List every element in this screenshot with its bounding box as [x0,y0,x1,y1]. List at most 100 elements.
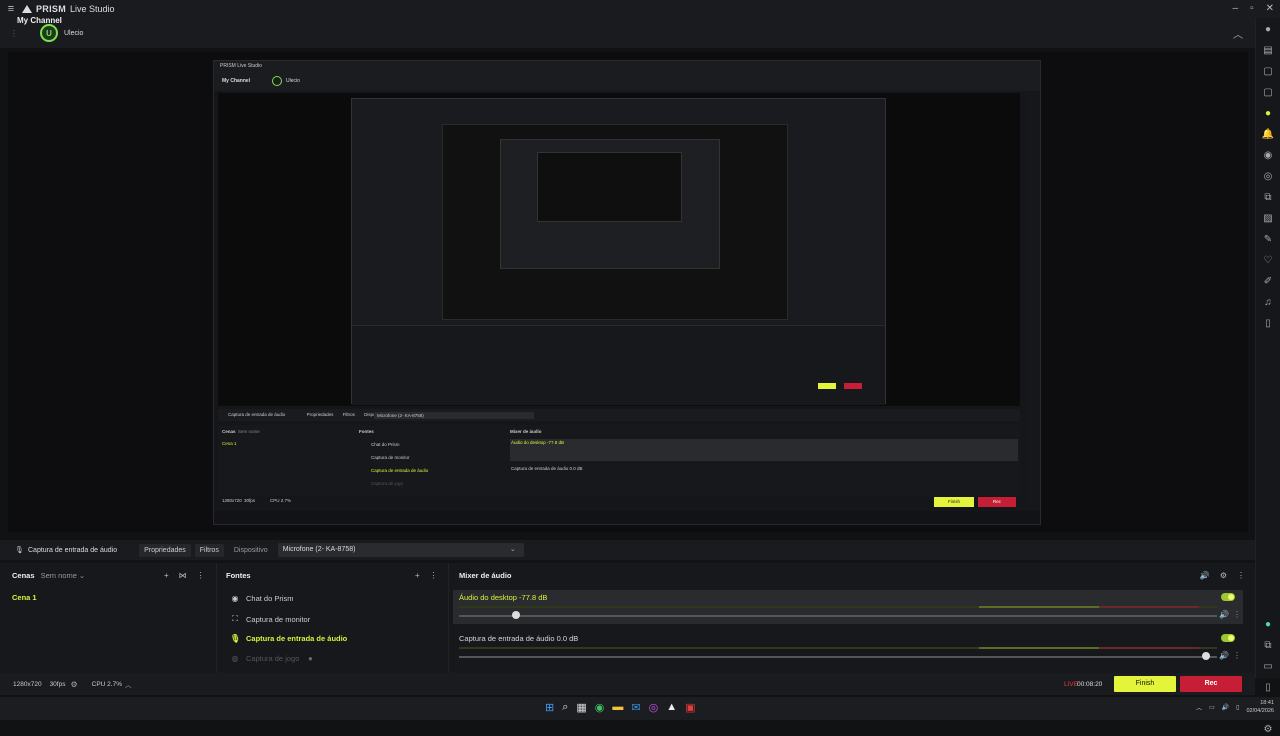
source-label: Captura de jogo [246,654,300,663]
settings-icon[interactable]: ⚙ [1264,724,1273,736]
properties-bar: 🎙 Captura de entrada de áudio Propriedad… [0,540,1255,560]
window-icon[interactable]: ▭ [1263,661,1272,673]
hidden-icon[interactable]: ● [305,654,315,663]
channel-toggle[interactable] [1221,634,1235,642]
chevron-up-icon[interactable]: ︿ [125,679,132,689]
speaker-icon[interactable]: 🔊 [1219,610,1229,619]
chevron-up-icon[interactable]: ︿ [1196,703,1202,712]
more-icon[interactable]: ⋮ [197,571,205,580]
transition-icon[interactable]: ⋈ [179,571,187,580]
battery-icon[interactable]: ▯ [1236,704,1239,711]
nested-capture-4 [537,152,682,222]
prism-app-icon[interactable]: ▲ [666,701,677,714]
maximize-icon[interactable]: ▫ [1250,0,1254,18]
inner-tab-filters: Filtros [342,412,355,417]
alert-icon[interactable]: 🔔 [1262,129,1274,141]
clock-date: 02/04/2026 [1246,708,1274,714]
messenger-icon[interactable]: ◎ [649,701,659,714]
network-icon[interactable]: ▭ [1209,704,1215,711]
chat-bubble-icon[interactable]: ● [1265,619,1271,631]
heart-icon[interactable]: ♡ [1264,255,1273,267]
hamburger-menu-icon[interactable]: ≡ [0,3,22,15]
chevron-up-icon[interactable]: ︿ [1233,26,1243,41]
volume-meter [459,606,1217,608]
camera-icon[interactable]: ◉ [1264,150,1273,162]
speaker-icon[interactable]: 🔊 [1200,571,1210,580]
source-label: Captura de monitor [246,614,311,624]
channel-toggle[interactable] [1221,593,1235,601]
source-item[interactable]: ◍ Captura de jogo ● [230,654,315,663]
speaker-icon[interactable]: 🔊 [1219,651,1229,660]
dashboard-icon[interactable]: ▤ [1263,45,1272,57]
nested-rec-button [844,383,862,389]
close-icon[interactable]: ✕ [1266,0,1274,18]
mic-icon[interactable]: ▯ [1265,682,1271,694]
draw-icon[interactable]: ✎ [1264,234,1272,246]
source-item[interactable]: ⛶ Captura de monitor [230,614,310,624]
clock-time: 18:41 [1260,700,1274,706]
channel-label: Áudio do desktop -77.8 dB [459,593,548,602]
finish-button[interactable]: Finish [1114,676,1176,692]
search-icon[interactable]: ⌕ [562,701,568,714]
chat-icon: ◉ [231,594,239,603]
settings-icon[interactable]: ⚙ [1220,571,1227,580]
layout-icon[interactable]: ⧉ [1264,640,1271,652]
cpu-usage: CPU 2.7% [91,680,122,688]
taskbar-apps: ⊞ ⌕ ▦ ◉ ▬ ✉ ◎ ▲ ▣ [545,701,696,714]
inner-source-4: Captura de jogo [371,481,404,486]
volume-fader[interactable] [459,615,1217,617]
more-icon[interactable]: ⋮ [1233,651,1241,660]
mixer-tools: 🔊 ⚙ ⋮ [1200,571,1245,580]
clock[interactable]: 18:41 02/04/2026 [1246,699,1274,715]
notice-icon[interactable]: ▢ [1263,87,1272,99]
properties-button[interactable]: Propriedades [139,543,191,557]
scene-item[interactable]: Cena 1 [12,593,37,602]
device-select[interactable]: Microfone (2- KA-8758) ⌄ [277,543,524,557]
chevron-down-icon[interactable]: ⌄ [79,571,85,580]
sources-title: Fontes [226,571,251,580]
fader-knob[interactable] [1201,652,1210,660]
more-icon[interactable]: ⋮ [1233,610,1241,619]
profile-icon[interactable]: ● [1265,24,1271,36]
microphone-icon: 🎙 [230,634,241,643]
fader-knob[interactable] [511,611,520,619]
channel-label: Captura de entrada de áudio 0.0 dB [459,634,579,643]
source-item[interactable]: ◉ Chat do Prism [230,594,294,603]
volume-icon[interactable]: 🔊 [1222,704,1229,711]
volume-fader[interactable] [459,656,1217,658]
battery-icon[interactable]: ▯ [1265,318,1271,330]
device-label: Dispositivo [233,546,268,554]
folder-icon[interactable]: ▬ [612,701,623,714]
music-icon[interactable]: ♫ [1264,297,1272,309]
more-icon[interactable]: ⋮ [1237,571,1245,580]
source-label: Captura de entrada de áudio [246,634,348,643]
chrome-icon[interactable]: ◉ [595,701,605,714]
inner-taskbar [214,511,1040,524]
box-icon[interactable]: ▢ [1263,66,1272,78]
add-scene-icon[interactable]: + [164,571,169,580]
calendar-icon[interactable]: ▦ [576,701,586,714]
inner-scene1: Cena 1 [222,441,237,446]
filters-button[interactable]: Filtros [194,543,224,557]
channel-name[interactable]: My Channel [17,16,807,50]
status-bar: 1280x720 30fps ⚙ CPU 2.7% ︿ LIVE 00:08:2… [0,673,1255,695]
more-icon[interactable]: ⋮ [430,571,438,580]
minimize-icon[interactable]: – [1233,0,1239,18]
rec-button[interactable]: Rec [1180,676,1242,692]
text-icon[interactable]: ▨ [1263,213,1272,225]
source-item[interactable]: 🎙 Captura de entrada de áudio [230,634,347,643]
inner-rec: Rec [978,497,1016,507]
chat-icon[interactable]: ● [1265,108,1271,120]
add-source-icon[interactable]: + [415,571,420,580]
gear-icon[interactable]: ⚙ [70,680,77,689]
windows-start-icon[interactable]: ⊞ [545,701,554,714]
mixer-title: Mixer de áudio [459,571,512,580]
nested-dock [352,325,885,405]
mail-icon[interactable]: ✉ [631,701,640,714]
recorder-icon[interactable]: ▣ [685,701,695,714]
inner-fps: 30fps [244,498,256,503]
copy-icon[interactable]: ⧉ [1264,192,1271,204]
scene-collection-dropdown[interactable]: Sem nome [41,571,77,580]
pen-icon[interactable]: ✐ [1264,276,1272,288]
effects-icon[interactable]: ◎ [1264,171,1273,183]
